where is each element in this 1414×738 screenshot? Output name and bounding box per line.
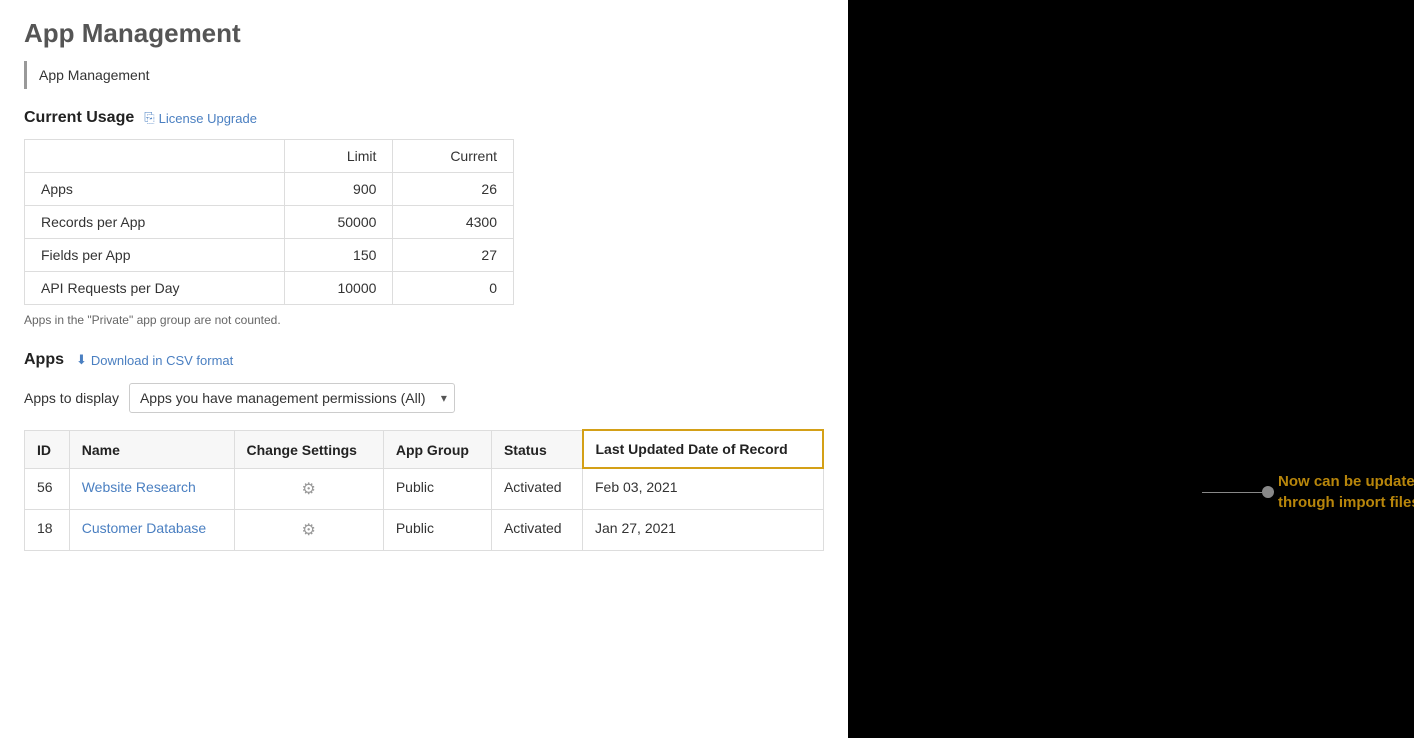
app-group: Public xyxy=(383,468,491,509)
download-icon: ⬇ xyxy=(76,352,87,368)
usage-row-label: Records per App xyxy=(25,206,285,239)
gear-icon[interactable]: ⚙ xyxy=(302,481,316,498)
app-row: 18 Customer Database ⚙ Public Activated … xyxy=(25,509,824,550)
main-panel: App Management App Management Current Us… xyxy=(0,0,848,738)
apps-table: ID Name Change Settings App Group Status… xyxy=(24,429,824,551)
col-app-group: App Group xyxy=(383,430,491,468)
app-group: Public xyxy=(383,509,491,550)
app-change-settings: ⚙ xyxy=(234,468,383,509)
usage-row: Records per App 50000 4300 xyxy=(25,206,514,239)
apps-section-title: Apps xyxy=(24,351,64,369)
app-id: 18 xyxy=(25,509,70,550)
usage-row-limit: 50000 xyxy=(284,206,393,239)
usage-note: Apps in the "Private" app group are not … xyxy=(24,313,824,327)
app-change-settings: ⚙ xyxy=(234,509,383,550)
filter-label: Apps to display xyxy=(24,390,119,406)
current-usage-section: Current Usage ⎘ License Upgrade Limit Cu… xyxy=(0,109,848,327)
app-name-link[interactable]: Customer Database xyxy=(82,520,207,536)
apps-table-container: ID Name Change Settings App Group Status… xyxy=(24,429,824,551)
usage-row-label: Apps xyxy=(25,173,285,206)
filter-row: Apps to display Apps you have management… xyxy=(24,383,824,413)
usage-row-current: 0 xyxy=(393,272,514,305)
usage-row-label: Fields per App xyxy=(25,239,285,272)
app-id: 56 xyxy=(25,468,70,509)
app-name: Customer Database xyxy=(69,509,234,550)
usage-col-limit: Limit xyxy=(284,140,393,173)
license-icon: ⎘ xyxy=(144,110,154,126)
col-last-updated: Last Updated Date of Record Now can be u… xyxy=(583,430,824,468)
usage-table: Limit Current Apps 900 26 Records per Ap… xyxy=(24,139,514,305)
right-panel xyxy=(848,0,1414,738)
tooltip-dash xyxy=(1202,492,1262,493)
col-name: Name xyxy=(69,430,234,468)
license-upgrade-link[interactable]: ⎘ License Upgrade xyxy=(144,110,257,126)
app-name-link[interactable]: Website Research xyxy=(82,479,196,495)
usage-row: Fields per App 150 27 xyxy=(25,239,514,272)
app-status: Activated xyxy=(491,468,582,509)
col-status: Status xyxy=(491,430,582,468)
breadcrumb: App Management xyxy=(24,61,824,89)
col-change-settings: Change Settings xyxy=(234,430,383,468)
usage-row-limit: 10000 xyxy=(284,272,393,305)
usage-row-label: API Requests per Day xyxy=(25,272,285,305)
apps-display-filter[interactable]: Apps you have management permissions (Al… xyxy=(129,383,455,413)
tooltip-text: Now can be updated by adding or updating… xyxy=(1278,471,1414,513)
app-row: 56 Website Research ⚙ Public Activated F… xyxy=(25,468,824,509)
usage-row-limit: 150 xyxy=(284,239,393,272)
usage-row-current: 27 xyxy=(393,239,514,272)
app-status: Activated xyxy=(491,509,582,550)
usage-col-label xyxy=(25,140,285,173)
usage-row-current: 4300 xyxy=(393,206,514,239)
current-usage-title: Current Usage ⎘ License Upgrade xyxy=(24,109,824,127)
tooltip-dot xyxy=(1262,486,1274,498)
page-title: App Management xyxy=(0,0,848,61)
apps-header: Apps ⬇ Download in CSV format xyxy=(24,351,824,369)
col-id: ID xyxy=(25,430,70,468)
app-last-updated: Jan 27, 2021 xyxy=(583,509,824,550)
filter-select-wrapper: Apps you have management permissions (Al… xyxy=(129,383,455,413)
usage-row-current: 26 xyxy=(393,173,514,206)
app-last-updated: Feb 03, 2021 xyxy=(583,468,824,509)
usage-row: Apps 900 26 xyxy=(25,173,514,206)
tooltip-container: Now can be updated by adding or updating… xyxy=(1202,471,1414,513)
gear-icon[interactable]: ⚙ xyxy=(302,522,316,539)
download-csv-link[interactable]: ⬇ Download in CSV format xyxy=(76,352,233,368)
app-name: Website Research xyxy=(69,468,234,509)
usage-col-current: Current xyxy=(393,140,514,173)
apps-section: Apps ⬇ Download in CSV format Apps to di… xyxy=(0,351,848,551)
usage-row-limit: 900 xyxy=(284,173,393,206)
usage-row: API Requests per Day 10000 0 xyxy=(25,272,514,305)
